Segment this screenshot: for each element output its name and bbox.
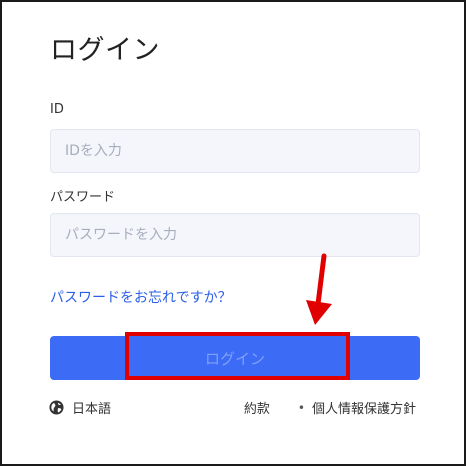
footer-links: 約款 • 個人情報保護方針 bbox=[244, 398, 416, 418]
id-label: ID bbox=[50, 102, 64, 117]
password-label: パスワード bbox=[50, 190, 116, 205]
id-input[interactable] bbox=[50, 129, 420, 173]
annotation-arrow-icon bbox=[306, 253, 332, 325]
login-button[interactable]: ログイン bbox=[50, 336, 420, 380]
login-button-label: ログイン bbox=[204, 349, 265, 368]
password-input[interactable] bbox=[50, 213, 420, 257]
forgot-password-link[interactable]: パスワードをお忘れですか？ bbox=[50, 287, 232, 307]
footer-separator: • bbox=[297, 400, 305, 415]
login-page: ログイン ID パスワード パスワードをお忘れですか？ ログイン 日本語 約款 … bbox=[0, 0, 466, 466]
language-selector[interactable]: 日本語 bbox=[49, 398, 111, 417]
language-label: 日本語 bbox=[72, 402, 112, 417]
privacy-policy-link[interactable]: 個人情報保護方針 bbox=[312, 398, 416, 417]
terms-link[interactable]: 約款 bbox=[244, 398, 270, 417]
page-title: ログイン bbox=[50, 35, 160, 66]
globe-icon bbox=[49, 400, 64, 415]
